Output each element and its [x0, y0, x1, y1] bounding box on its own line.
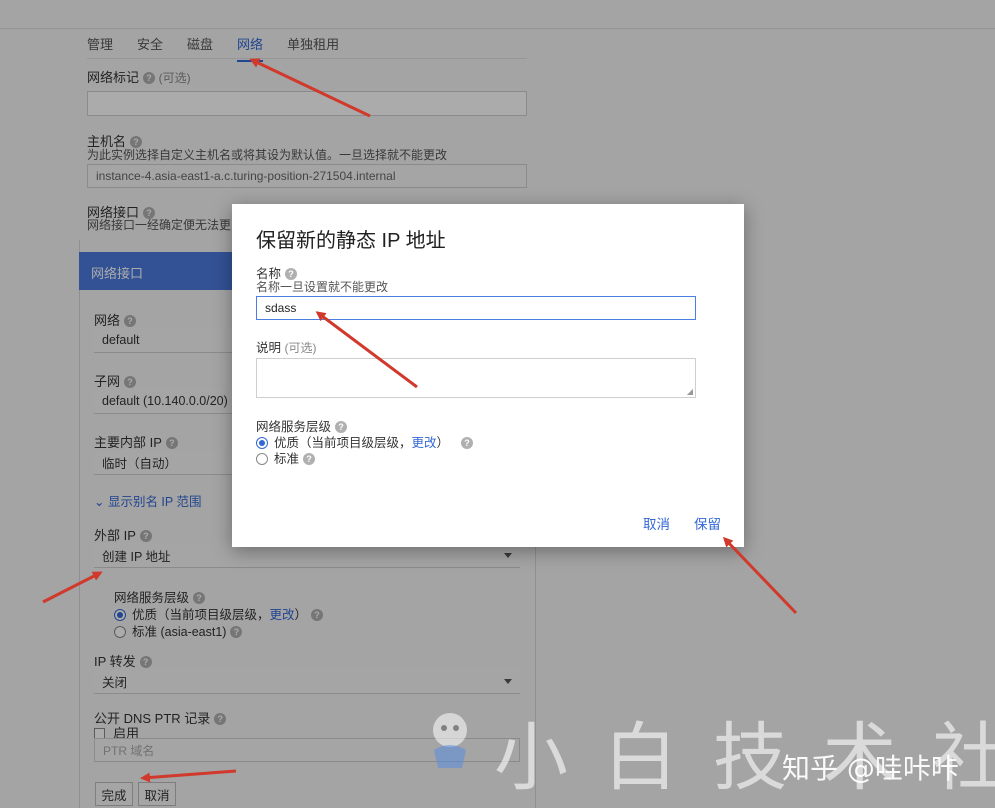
annotation-arrows — [0, 0, 995, 808]
arrow-to-reserve-button — [725, 539, 796, 613]
arrow-to-external-ip — [43, 573, 100, 602]
watermark-zhihu: 知乎 @哇咔咔 — [782, 747, 959, 787]
mascot-logo-icon — [420, 706, 480, 770]
arrow-to-network-tab — [252, 60, 370, 116]
arrow-to-name-input — [318, 313, 417, 387]
arrow-to-done-button — [143, 771, 236, 778]
